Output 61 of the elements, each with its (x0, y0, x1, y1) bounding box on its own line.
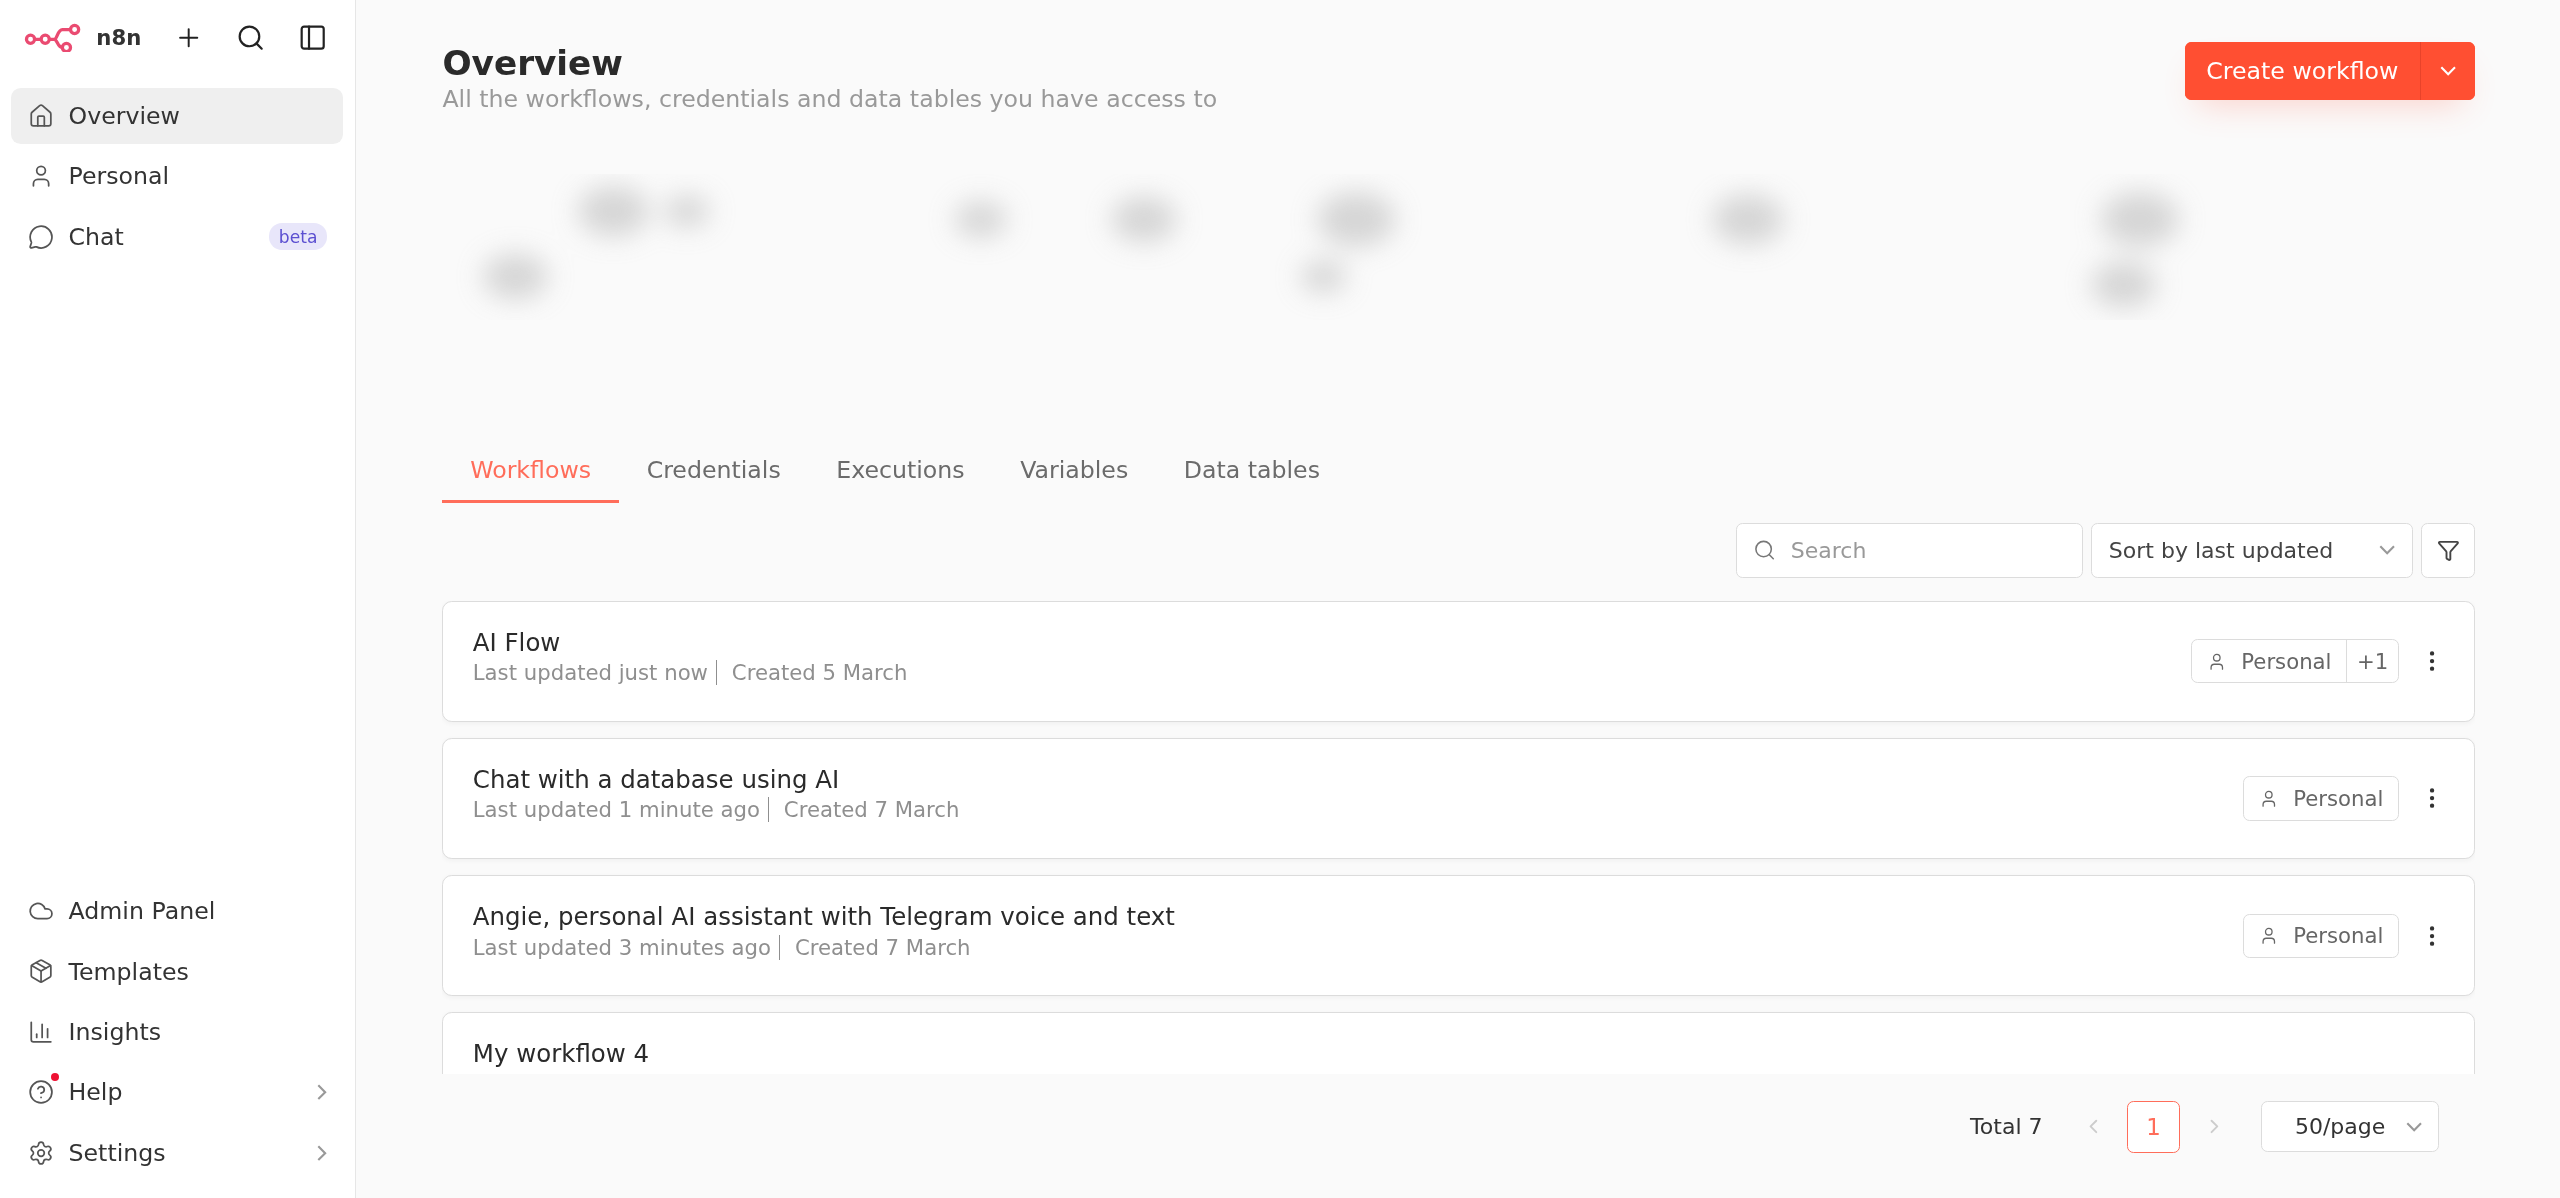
caret-button[interactable] (2419, 42, 2476, 100)
brand-name: n8n (96, 25, 143, 51)
sidebar-label: Insights (68, 1017, 162, 1046)
beta-badge: beta (269, 223, 328, 250)
sidebar-label: Admin Panel (68, 897, 217, 926)
sidebar-label: Settings (68, 1138, 167, 1167)
sidebar-item[interactable]: Help (11, 1064, 344, 1121)
created-date: Created 7 March (783, 797, 960, 823)
page-subtitle: All the workflows, credentials and data tables you have access to (442, 84, 1218, 113)
chevron-right-icon (317, 1144, 328, 1161)
sidebar-item[interactable]: Insights (11, 1004, 344, 1060)
updated-time: Last updated 1 minute ago (472, 797, 770, 823)
box-icon (27, 958, 54, 985)
sidebar-item[interactable]: Settings (11, 1124, 344, 1181)
page-size-dropdown[interactable]: 50/page (2261, 1101, 2440, 1152)
settings-icon (27, 1139, 54, 1166)
sidebar-item[interactable]: Admin Panel (11, 883, 344, 939)
sidebar-label: Chat (68, 222, 125, 251)
filter-button[interactable] (2421, 522, 2476, 579)
sidebar-label: Help (68, 1078, 124, 1107)
owner-name: Personal (2292, 784, 2385, 813)
workflow-card[interactable]: AI Flow Last updated just now Created 5 March Personal +1 (442, 600, 2476, 722)
sort-dropdown[interactable]: Sort by last updated (2091, 522, 2414, 579)
speech-bubble-icon (27, 223, 54, 250)
filter-icon (2436, 538, 2460, 562)
sidebar-label: Templates (68, 957, 190, 986)
updated-time: Last updated 3 minutes ago (472, 934, 781, 960)
search-input[interactable]: Search (1787, 536, 2066, 565)
sidebar-item[interactable]: Templates (11, 943, 344, 1000)
search-field[interactable]: Search (1735, 522, 2084, 579)
page-title: Overview (442, 42, 624, 85)
house-icon (27, 102, 54, 129)
workflow-name: Chat with a database using AI (472, 765, 841, 795)
chevron-right-icon (317, 1084, 328, 1101)
total-count: Total 7 (1970, 1114, 2043, 1140)
tab[interactable]: Variables (992, 455, 1156, 504)
sidebar-label: Personal (68, 162, 171, 191)
created-date: Created 5 March (731, 660, 908, 686)
workflow-card[interactable]: Chat with a database using AI Last updated 1 minute ago Created 7 March Personal (442, 738, 2476, 859)
sidebar-item[interactable]: Personal (11, 148, 344, 205)
chevron-down-icon (2379, 545, 2396, 556)
created-date: Created 7 March (794, 934, 971, 960)
tab[interactable]: Data tables (1156, 455, 1348, 504)
owner-name: Personal (2240, 647, 2333, 676)
updated-time: Last updated just now (472, 660, 718, 686)
workflow-name: AI Flow (472, 628, 562, 658)
workflow-card[interactable]: Angie, personal AI assistant with Telegram voice and text Last updated 3 minutes ago Created 7 March Personal (442, 875, 2476, 996)
sidebar-item[interactable]: Overview (11, 88, 344, 144)
bar-chart-icon (27, 1018, 54, 1045)
chevron-down-icon (2405, 1121, 2422, 1132)
workflow-card[interactable]: My workflow 4 (442, 1012, 2476, 1075)
sidebar-item[interactable]: Chat beta (11, 208, 344, 265)
owner-name: Personal (2292, 922, 2385, 951)
question-icon (27, 1079, 54, 1106)
sidebar-label: Overview (68, 101, 181, 130)
caret-icon (2439, 66, 2456, 76)
share-count: +1 (2346, 640, 2399, 683)
workflow-name: My workflow 4 (472, 1039, 651, 1069)
workflow-name: Angie, personal AI assistant with Telegram voice and text (472, 902, 1176, 932)
tab[interactable]: Credentials (618, 455, 809, 504)
tab[interactable]: Executions (808, 455, 993, 504)
